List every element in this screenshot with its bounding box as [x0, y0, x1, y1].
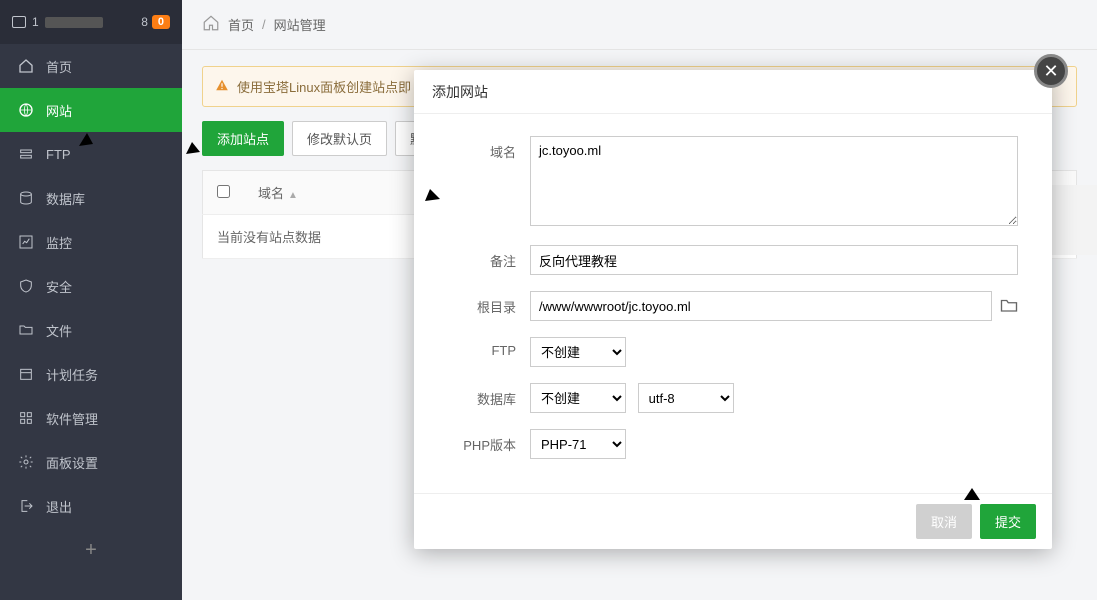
ip-mask	[45, 15, 136, 29]
modal-footer: 取消 提交	[414, 493, 1052, 549]
table-header-checkbox	[203, 171, 245, 215]
charset-select[interactable]: utf-8	[638, 383, 734, 413]
add-site-button[interactable]: 添加站点	[202, 121, 284, 156]
gear-icon	[18, 454, 34, 470]
sidebar-item-label: 文件	[46, 321, 72, 340]
ftp-select[interactable]: 不创建	[530, 337, 626, 367]
php-label: PHP版本	[448, 429, 530, 459]
database-select[interactable]: 不创建	[530, 383, 626, 413]
sidebar: 1 8 0 首页 网站 FTP 数据库 监控 安全 文件 计划任务 软件管理	[0, 0, 182, 600]
database-label: 数据库	[448, 383, 530, 413]
modal-body: 域名 备注 根目录 FTP 不创建	[414, 114, 1052, 493]
notification-badge[interactable]: 0	[152, 15, 170, 29]
breadcrumb: 首页 / 网站管理	[182, 0, 1097, 50]
calendar-icon	[18, 366, 34, 382]
sidebar-item-label: 网站	[46, 101, 72, 120]
sidebar-item-home[interactable]: 首页	[0, 44, 182, 88]
topbar-count: 1	[32, 15, 39, 29]
select-all-checkbox[interactable]	[217, 185, 230, 198]
globe-icon	[18, 102, 34, 118]
sidebar-item-cron[interactable]: 计划任务	[0, 352, 182, 396]
shield-icon	[18, 278, 34, 294]
sidebar-item-label: 面板设置	[46, 453, 98, 472]
domain-textarea[interactable]	[530, 136, 1018, 226]
add-site-modal: ✕ 添加网站 域名 备注 根目录 FTP	[414, 70, 1052, 549]
sidebar-item-label: 退出	[46, 497, 72, 516]
submit-button[interactable]: 提交	[980, 504, 1036, 539]
sidebar-item-label: 计划任务	[46, 365, 98, 384]
modal-title: 添加网站	[414, 70, 1052, 114]
monitor-icon	[12, 16, 26, 28]
modify-default-button[interactable]: 修改默认页	[292, 121, 387, 156]
sidebar-item-database[interactable]: 数据库	[0, 176, 182, 220]
sidebar-item-monitor[interactable]: 监控	[0, 220, 182, 264]
warning-icon	[215, 78, 229, 95]
sidebar-item-security[interactable]: 安全	[0, 264, 182, 308]
sidebar-item-label: 软件管理	[46, 409, 98, 428]
topbar-num: 8	[141, 15, 148, 29]
modal-close-button[interactable]: ✕	[1034, 54, 1068, 88]
sidebar-item-files[interactable]: 文件	[0, 308, 182, 352]
sidebar-item-label: 首页	[46, 57, 72, 76]
breadcrumb-sep: /	[262, 17, 266, 32]
logout-icon	[18, 498, 34, 514]
root-dir-input[interactable]	[530, 291, 992, 321]
ftp-label: FTP	[448, 337, 530, 367]
sidebar-item-label: FTP	[46, 147, 71, 162]
home-icon	[202, 14, 220, 35]
sidebar-item-settings[interactable]: 面板设置	[0, 440, 182, 484]
root-label: 根目录	[448, 291, 530, 321]
chart-icon	[18, 234, 34, 250]
php-version-select[interactable]: PHP-71	[530, 429, 626, 459]
domain-label: 域名	[448, 136, 530, 229]
folder-picker-icon[interactable]	[1000, 297, 1018, 316]
breadcrumb-home[interactable]: 首页	[228, 15, 254, 34]
cancel-button[interactable]: 取消	[916, 504, 972, 539]
breadcrumb-current: 网站管理	[274, 15, 326, 34]
sidebar-item-software[interactable]: 软件管理	[0, 396, 182, 440]
sidebar-item-label: 数据库	[46, 189, 85, 208]
remark-input[interactable]	[530, 245, 1018, 275]
grid-icon	[18, 410, 34, 426]
home-icon	[18, 58, 34, 74]
sidebar-item-label: 监控	[46, 233, 72, 252]
alert-text: 使用宝塔Linux面板创建站点即	[237, 77, 411, 96]
ftp-icon	[18, 146, 34, 162]
sidebar-add-button[interactable]: +	[0, 528, 182, 572]
database-icon	[18, 190, 34, 206]
folder-icon	[18, 322, 34, 338]
sort-asc-icon: ▲	[288, 190, 298, 201]
sidebar-item-website[interactable]: 网站	[0, 88, 182, 132]
sidebar-item-logout[interactable]: 退出	[0, 484, 182, 528]
sidebar-item-label: 安全	[46, 277, 72, 296]
remark-label: 备注	[448, 245, 530, 275]
sidebar-topbar: 1 8 0	[0, 0, 182, 44]
sidebar-item-ftp[interactable]: FTP	[0, 132, 182, 176]
